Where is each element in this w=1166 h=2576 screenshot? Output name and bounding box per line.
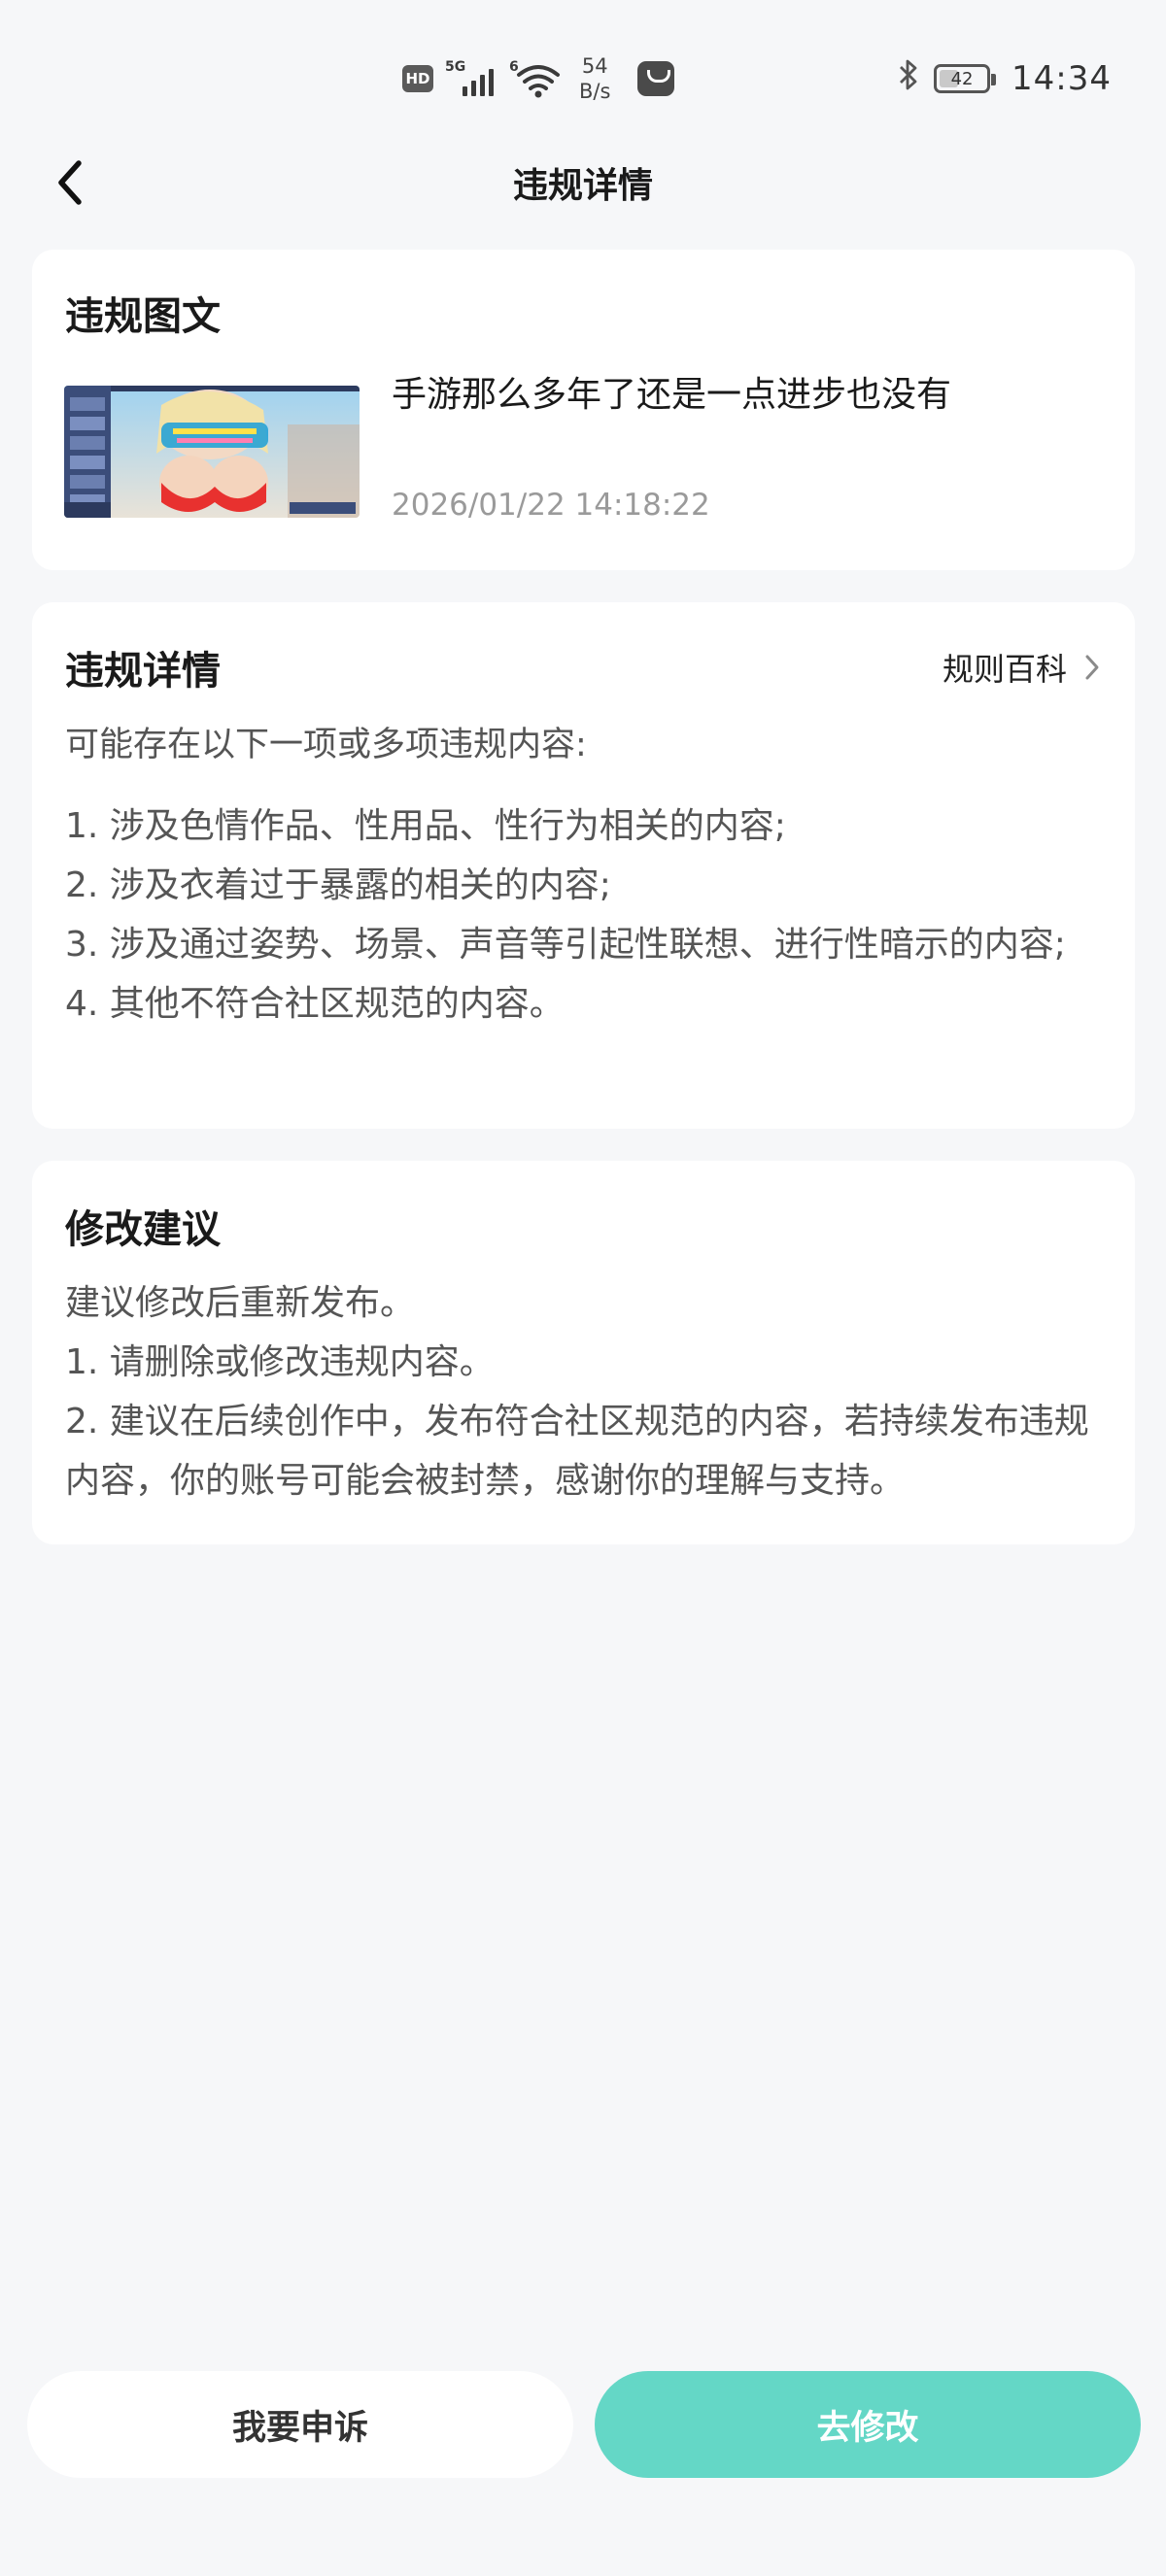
- post-title: 手游那么多年了还是一点进步也没有: [392, 375, 952, 415]
- chevron-right-icon: [1085, 655, 1099, 680]
- rules-wiki-link[interactable]: 规则百科: [943, 645, 1100, 690]
- top-nav-bar: 违规详情: [0, 136, 1166, 229]
- list-item: 1. 请删除或修改违规内容。: [65, 1342, 495, 1382]
- status-left-group: HD 5G 6 54 B/s: [402, 53, 675, 104]
- network-speed: 54 B/s: [579, 53, 610, 104]
- network-speed-value: 54: [581, 54, 608, 78]
- status-right-group: 42 14:34: [897, 54, 1112, 103]
- wifi-icon: 6: [509, 57, 562, 100]
- list-item: 2. 建议在后续创作中，发布符合社区规范的内容，若持续发布违规内容，你的账号可能…: [65, 1402, 1089, 1501]
- appeal-button[interactable]: 我要申诉: [27, 2371, 573, 2478]
- violation-rules-list: 1. 涉及色情作品、性用品、性行为相关的内容; 2. 涉及衣着过于暴露的相关的内…: [65, 797, 1110, 1034]
- rules-wiki-label: 规则百科: [942, 651, 1067, 688]
- post-thumbnail[interactable]: [64, 386, 360, 518]
- status-bar: HD 5G 6 54 B/s 42 14:34: [0, 0, 1166, 155]
- list-item: 建议修改后重新发布。: [65, 1283, 416, 1323]
- list-item: 2. 涉及衣着过于暴露的相关的内容;: [65, 865, 611, 905]
- battery-icon: 42: [934, 64, 997, 93]
- page-title: 违规详情: [512, 166, 653, 206]
- suggestions-section-title: 修改建议: [65, 1207, 221, 1252]
- suggestions-text: 建议修改后重新发布。 1. 请删除或修改违规内容。 2. 建议在后续创作中，发布…: [65, 1273, 1110, 1510]
- cellular-signal-icon: 5G: [445, 57, 497, 100]
- status-time: 14:34: [1012, 59, 1112, 98]
- violation-details-card: 违规详情 规则百科 可能存在以下一项或多项违规内容: 1. 涉及色情作品、性用品…: [32, 602, 1135, 1129]
- violation-details-section-title: 违规详情: [65, 649, 221, 694]
- post-timestamp: 2026/01/22 14:18:22: [392, 488, 710, 523]
- network-speed-unit: B/s: [579, 80, 611, 103]
- violation-detail-page: HD 5G 6 54 B/s 42 14:34 违规详情 违规图文 手游那么多年…: [0, 0, 1166, 2576]
- hd-icon: HD: [402, 65, 433, 92]
- go-edit-button[interactable]: 去修改: [595, 2371, 1141, 2478]
- suggestions-card: 修改建议 建议修改后重新发布。 1. 请删除或修改违规内容。 2. 建议在后续创…: [32, 1161, 1135, 1544]
- violation-post-card[interactable]: 违规图文 手游那么多年了还是一点进步也没有 2026/01/22 14:18:2…: [32, 250, 1135, 570]
- battery-level: 42: [950, 68, 974, 89]
- list-item: 3. 涉及通过姿势、场景、声音等引起性联想、进行性暗示的内容;: [65, 925, 1066, 965]
- violation-intro-text: 可能存在以下一项或多项违规内容:: [65, 726, 587, 764]
- notification-bag-icon: [637, 61, 675, 96]
- bluetooth-icon: [897, 58, 920, 99]
- list-item: 4. 其他不符合社区规范的内容。: [65, 984, 565, 1024]
- list-item: 1. 涉及色情作品、性用品、性行为相关的内容;: [65, 806, 786, 846]
- violation-post-section-title: 违规图文: [65, 294, 221, 339]
